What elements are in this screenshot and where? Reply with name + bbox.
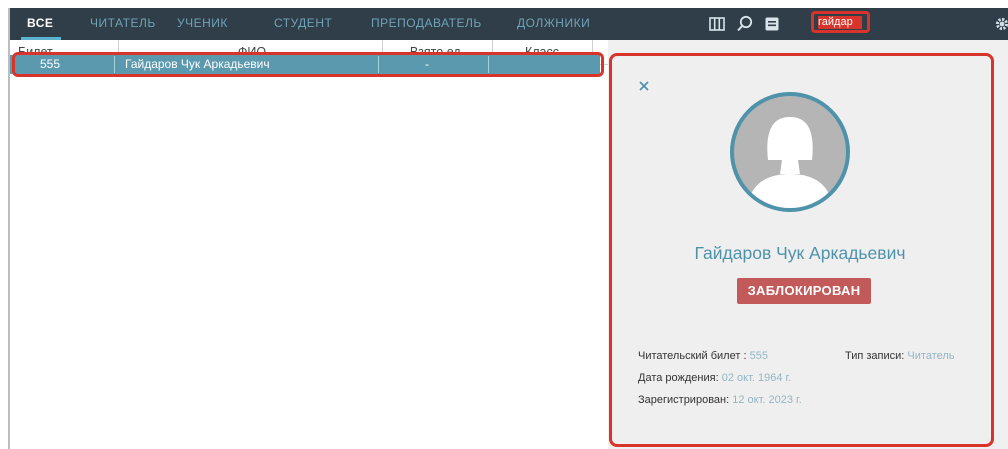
columns-icon[interactable] (707, 14, 727, 34)
close-icon[interactable] (637, 79, 651, 93)
birth-date-value: 02 окт. 1964 г. (721, 372, 792, 384)
status-badge: ЗАБЛОКИРОВАН (737, 278, 871, 304)
registered-info: Зарегистрирован: 12 окт. 2023 г. (638, 394, 802, 406)
search-icon[interactable] (735, 14, 755, 34)
record-type-value: Читатель (907, 350, 955, 362)
birth-date-info: Дата рождения: 02 окт. 1964 г. (638, 372, 791, 384)
user-avatar-icon (730, 92, 850, 212)
record-type-info: Тип записи: Читатель (845, 350, 955, 362)
search-box[interactable] (811, 11, 870, 33)
ticket-label: Читательский билет : (638, 350, 747, 362)
tab-debtors[interactable]: ДОЛЖНИКИ (517, 8, 590, 40)
filter-icon[interactable] (762, 14, 782, 34)
birth-date-label: Дата рождения: (638, 372, 719, 384)
record-type-label: Тип записи: (845, 350, 905, 362)
registered-label: Зарегистрирован: (638, 394, 730, 406)
tab-all[interactable]: ВСЕ (20, 8, 62, 40)
ticket-value: 555 (749, 350, 768, 362)
tab-reader[interactable]: ЧИТАТЕЛЬ (90, 8, 156, 40)
tab-pupil[interactable]: УЧЕНИК (177, 8, 228, 40)
reader-name: Гайдаров Чук Аркадьевич (694, 243, 906, 263)
top-nav-bar: ВСЕ ЧИТАТЕЛЬ УЧЕНИК СТУДЕНТ ПРЕПОДАВАТЕЛ… (10, 8, 1008, 40)
highlight-outline (12, 52, 604, 77)
search-input[interactable] (818, 16, 862, 29)
ticket-info: Читательский билет : 555 (638, 350, 768, 362)
tab-student[interactable]: СТУДЕНТ (274, 8, 332, 40)
registered-value: 12 окт. 2023 г. (732, 394, 802, 406)
gear-icon[interactable] (995, 17, 1008, 31)
tab-teacher[interactable]: ПРЕПОДАВАТЕЛЬ (371, 8, 482, 40)
